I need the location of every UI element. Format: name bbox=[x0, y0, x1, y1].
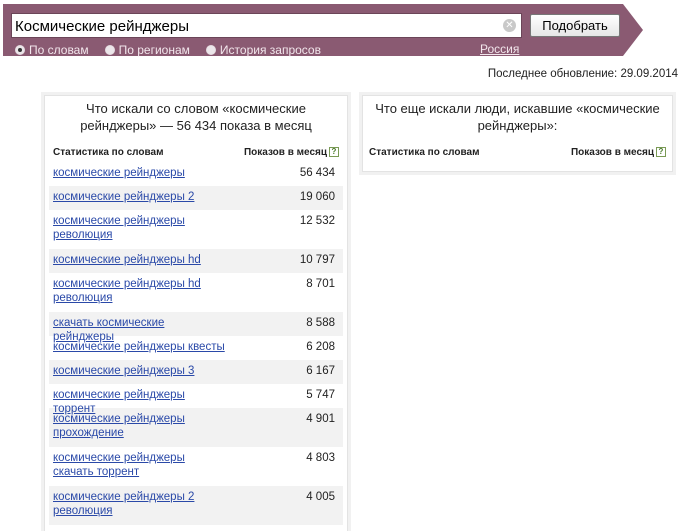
table-row: космические рейнджеры 56 434 bbox=[49, 162, 343, 186]
column-header-words: Статистика по словам bbox=[53, 146, 164, 158]
mode-by-regions[interactable]: По регионам bbox=[104, 43, 190, 57]
header-arrow-decoration bbox=[623, 4, 643, 56]
close-icon[interactable]: ✕ bbox=[503, 19, 516, 32]
panel-title: Что еще искали люди, искавшие «космическ… bbox=[375, 101, 660, 133]
show-count: 8 701 bbox=[306, 278, 335, 290]
phrase-link[interactable]: космические рейнджеры квесты bbox=[53, 340, 228, 354]
show-count: 4 901 bbox=[306, 413, 335, 425]
search-header-bar: ✕ Подобрать По словам По регионам Истори… bbox=[3, 4, 623, 58]
search-input[interactable] bbox=[15, 16, 495, 36]
show-count: 56 434 bbox=[299, 167, 335, 179]
radio-history[interactable] bbox=[205, 45, 216, 55]
phrase-link[interactable]: космические рейнджеры 3 bbox=[53, 364, 228, 378]
show-count: 4 005 bbox=[306, 491, 335, 503]
search-mode-group: По словам По регионам История запросов bbox=[15, 42, 337, 58]
stats-table: космические рейнджеры 56 434 космические … bbox=[45, 162, 347, 525]
phrase-link[interactable]: космические рейнджеры скачать торрент bbox=[53, 451, 228, 479]
phrase-link[interactable]: космические рейнджеры прохождение bbox=[53, 412, 228, 440]
show-count: 10 797 bbox=[299, 254, 335, 266]
panel-title: Что искали со словом «космические рейндж… bbox=[80, 101, 312, 133]
column-headers: Статистика по словам Показов в месяц? bbox=[363, 142, 672, 162]
mode-history[interactable]: История запросов bbox=[205, 43, 321, 57]
last-update-text: Последнее обновление: 29.09.2014 bbox=[487, 68, 678, 80]
mode-label: По словам bbox=[29, 43, 89, 57]
table-row: космические рейнджеры квесты 6 208 bbox=[49, 336, 343, 360]
region-link[interactable]: Россия bbox=[480, 42, 519, 56]
table-row: космические рейнджеры hd 10 797 bbox=[49, 249, 343, 273]
table-row: скачать космические рейнджеры 8 588 bbox=[49, 312, 343, 343]
phrase-link[interactable]: космические рейнджеры hd bbox=[53, 253, 228, 267]
phrase-link[interactable]: космические рейнджеры революция bbox=[53, 214, 228, 242]
table-row: космические рейнджеры революция 12 532 bbox=[49, 210, 343, 249]
column-header-shows: Показов в месяц? bbox=[244, 147, 339, 158]
table-row: космические рейнджеры 2 19 060 bbox=[49, 186, 343, 210]
table-row: космические рейнджеры 2 революция 4 005 bbox=[49, 486, 343, 525]
phrase-link[interactable]: космические рейнджеры hd революция bbox=[53, 277, 228, 305]
mode-by-words[interactable]: По словам bbox=[15, 43, 89, 57]
column-header-words: Статистика по словам bbox=[369, 146, 480, 158]
show-count: 8 588 bbox=[306, 317, 335, 329]
help-icon[interactable]: ? bbox=[329, 146, 339, 157]
submit-button[interactable]: Подобрать bbox=[530, 14, 620, 37]
table-row: космические рейнджеры торрент 5 747 bbox=[49, 384, 343, 415]
search-box[interactable]: ✕ bbox=[11, 13, 522, 38]
phrase-link[interactable]: космические рейнджеры bbox=[53, 166, 228, 180]
table-row: космические рейнджеры 3 6 167 bbox=[49, 360, 343, 384]
radio-by-regions[interactable] bbox=[104, 45, 115, 55]
radio-by-words[interactable] bbox=[15, 45, 25, 55]
table-row: космические рейнджеры скачать торрент 4 8… bbox=[49, 447, 343, 486]
show-count: 4 803 bbox=[306, 452, 335, 464]
table-row: космические рейнджеры hd революция 8 701 bbox=[49, 273, 343, 312]
mode-label: История запросов bbox=[219, 43, 321, 57]
column-header-shows: Показов в месяц? bbox=[571, 147, 666, 158]
words-stats-panel: Что искали со словом «космические рейндж… bbox=[44, 95, 348, 531]
mode-label: По регионам bbox=[118, 43, 190, 57]
show-count: 6 208 bbox=[306, 341, 335, 353]
show-count: 6 167 bbox=[306, 365, 335, 377]
help-icon[interactable]: ? bbox=[656, 146, 666, 157]
table-row: космические рейнджеры прохождение 4 901 bbox=[49, 408, 343, 447]
related-queries-panel: Что еще искали люди, искавшие «космическ… bbox=[362, 95, 673, 172]
show-count: 5 747 bbox=[306, 389, 335, 401]
phrase-link[interactable]: космические рейнджеры 2 революция bbox=[53, 490, 228, 518]
show-count: 19 060 bbox=[299, 191, 335, 203]
column-headers: Статистика по словам Показов в месяц? bbox=[45, 142, 347, 162]
show-count: 12 532 bbox=[299, 215, 335, 227]
phrase-link[interactable]: космические рейнджеры 2 bbox=[53, 190, 228, 204]
